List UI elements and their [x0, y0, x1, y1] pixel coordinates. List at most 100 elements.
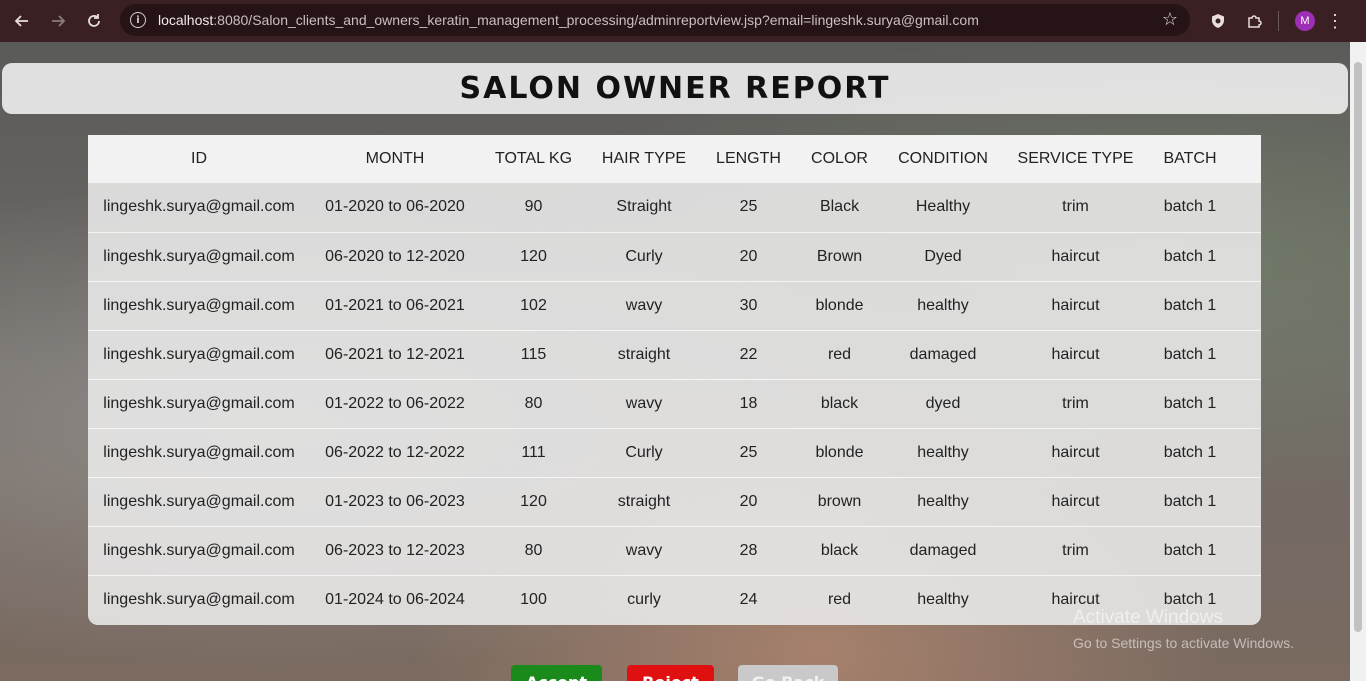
url-text[interactable]: localhost:8080/Salon_clients_and_owners_…	[158, 12, 979, 28]
table-row: lingeshk.surya@gmail.com 06-2022 to 12-20…	[88, 428, 1261, 478]
table-cell: 18	[701, 379, 796, 429]
table-cell: batch 1	[1148, 232, 1232, 282]
table-cell: Healthy	[883, 183, 1003, 233]
table-row: lingeshk.surya@gmail.com 01-2023 to 06-20…	[88, 477, 1261, 527]
table-cell: trim	[1003, 183, 1148, 233]
table-cell: healthy	[883, 281, 1003, 331]
scrollbar[interactable]	[1350, 42, 1366, 681]
column-header: ID	[191, 150, 207, 167]
menu-icon[interactable]: ⋮	[1325, 11, 1345, 32]
table-cell-spacer	[1232, 330, 1261, 380]
table-row: lingeshk.surya@gmail.com 06-2021 to 12-20…	[88, 330, 1261, 380]
table-cell: blonde	[796, 281, 883, 331]
table-cell: haircut	[1003, 330, 1148, 380]
table-cell: wavy	[587, 526, 701, 576]
table-row: lingeshk.surya@gmail.com 01-2022 to 06-20…	[88, 379, 1261, 429]
table-cell: 80	[480, 379, 587, 429]
table-cell: damaged	[883, 526, 1003, 576]
table-cell: haircut	[1003, 232, 1148, 282]
table-cell: 25	[701, 183, 796, 233]
column-header: MONTH	[365, 150, 425, 167]
shield-icon[interactable]	[1200, 3, 1236, 39]
browser-toolbar: i localhost:8080/Salon_clients_and_owner…	[0, 0, 1366, 42]
reject-button[interactable]: Reject	[627, 665, 714, 681]
table-cell: 24	[739, 590, 758, 608]
table-cell: lingeshk.surya@gmail.com	[88, 183, 310, 233]
table-cell-spacer	[1232, 281, 1261, 331]
table-cell: lingeshk.surya@gmail.com	[88, 428, 310, 478]
table-cell: 01-2024 to 06-2024	[325, 590, 465, 608]
table-cell: 01-2020 to 06-2020	[310, 183, 480, 233]
table-cell-spacer	[1232, 526, 1261, 576]
table-row: lingeshk.surya@gmail.com 01-2021 to 06-20…	[88, 281, 1261, 331]
table-cell: black	[796, 379, 883, 429]
table-cell: batch 1	[1148, 281, 1232, 331]
table-cell: dyed	[883, 379, 1003, 429]
table-row: lingeshk.surya@gmail.com 01-2020 to 06-20…	[88, 183, 1261, 233]
table-cell: Dyed	[883, 232, 1003, 282]
table-cell: curly	[627, 590, 661, 608]
column-header: TOTAL KG	[494, 150, 573, 167]
puzzle-icon[interactable]	[1236, 3, 1272, 39]
table-cell: Curly	[587, 428, 701, 478]
address-bar[interactable]: i localhost:8080/Salon_clients_and_owner…	[120, 4, 1190, 36]
table-row: lingeshk.surya@gmail.com 06-2023 to 12-20…	[88, 526, 1261, 576]
table-cell: 28	[701, 526, 796, 576]
table-cell: blonde	[796, 428, 883, 478]
table-cell: batch 1	[1148, 428, 1232, 478]
table-cell: trim	[1003, 379, 1148, 429]
table-cell: 01-2022 to 06-2022	[310, 379, 480, 429]
table-cell: lingeshk.surya@gmail.com	[88, 232, 310, 282]
scrollbar-thumb[interactable]	[1354, 62, 1362, 632]
column-spacer	[1232, 135, 1261, 183]
table-cell: haircut	[1003, 428, 1148, 478]
watermark-title: Activate Windows	[1073, 607, 1223, 628]
table-header-row: ID MONTH TOTAL KG HAIR TYPE LENGTH COLOR…	[88, 135, 1261, 183]
table-cell: 22	[701, 330, 796, 380]
page-title: SALON OWNER REPORT	[459, 71, 891, 106]
table-cell: 102	[480, 281, 587, 331]
table-cell: Curly	[587, 232, 701, 282]
table-cell: wavy	[587, 281, 701, 331]
table-cell: straight	[587, 330, 701, 380]
watermark-subtitle: Go to Settings to activate Windows.	[1073, 635, 1294, 651]
table-cell: lingeshk.surya@gmail.com	[88, 281, 310, 331]
go-back-button[interactable]: Go Back	[738, 665, 838, 681]
table-cell: healthy	[883, 428, 1003, 478]
avatar[interactable]: M	[1295, 11, 1315, 31]
info-icon[interactable]: i	[130, 12, 146, 28]
reload-icon[interactable]	[76, 3, 112, 39]
table-cell: straight	[587, 477, 701, 527]
table-cell: batch 1	[1148, 526, 1232, 576]
table-cell: batch 1	[1148, 379, 1232, 429]
table-cell: 30	[701, 281, 796, 331]
forward-arrow-icon[interactable]	[40, 3, 76, 39]
table-cell: 25	[701, 428, 796, 478]
star-icon[interactable]: ☆	[1162, 9, 1178, 30]
table-cell: trim	[1003, 526, 1148, 576]
windows-activation-watermark: Activate Windows Go to Settings to activ…	[1073, 607, 1294, 651]
table-cell: 115	[480, 330, 587, 380]
table-cell-spacer	[1232, 232, 1261, 282]
table-cell: red	[827, 590, 852, 608]
table-cell: batch 1	[1148, 477, 1232, 527]
table-cell: lingeshk.surya@gmail.com	[103, 590, 295, 608]
table-cell: 20	[701, 477, 796, 527]
accept-button[interactable]: Accept	[511, 665, 602, 681]
column-header: LENGTH	[716, 150, 781, 167]
table-cell: 01-2023 to 06-2023	[310, 477, 480, 527]
table-row: lingeshk.surya@gmail.com 06-2020 to 12-20…	[88, 232, 1261, 282]
table-cell: black	[796, 526, 883, 576]
table-cell: Brown	[796, 232, 883, 282]
table-cell: 90	[480, 183, 587, 233]
table-cell: batch 1	[1148, 330, 1232, 380]
table-cell: wavy	[587, 379, 701, 429]
table-cell: healthy	[883, 477, 1003, 527]
column-header: HAIR TYPE	[601, 150, 687, 167]
table-cell: Black	[796, 183, 883, 233]
back-arrow-icon[interactable]	[4, 3, 40, 39]
table-cell: lingeshk.surya@gmail.com	[88, 379, 310, 429]
table-cell: damaged	[883, 330, 1003, 380]
table-cell-spacer	[1232, 477, 1261, 527]
table-cell: 111	[480, 428, 587, 478]
